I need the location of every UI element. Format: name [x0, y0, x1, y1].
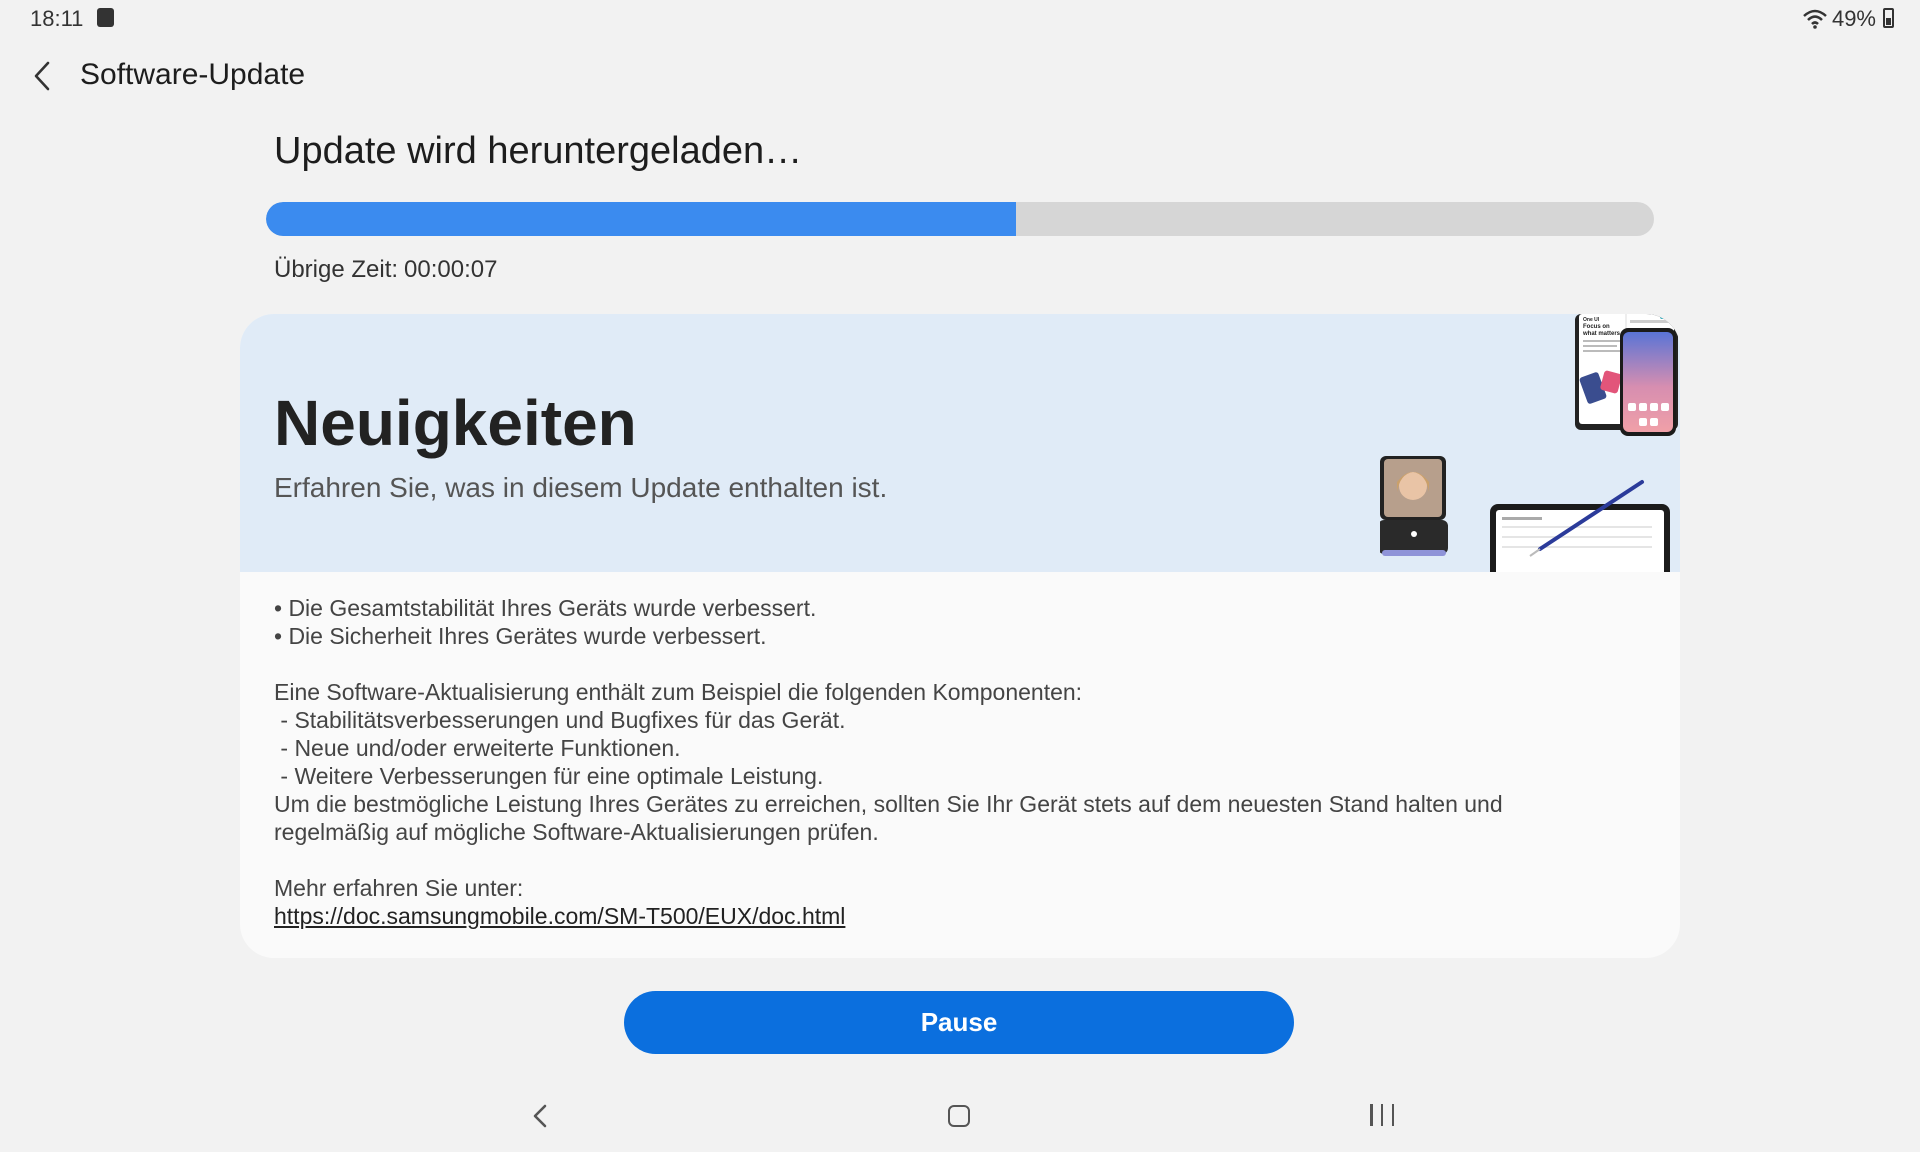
devices-illustration: One UI Focus on what matters: [1380, 314, 1678, 572]
whats-new-card: Neuigkeiten Erfahren Sie, was in diesem …: [240, 314, 1680, 958]
whats-new-subtitle: Erfahren Sie, was in diesem Update entha…: [274, 472, 888, 503]
status-time: 18:11: [30, 6, 84, 31]
remaining-time: Übrige Zeit: 00:00:07: [274, 256, 497, 284]
nav-recents-icon[interactable]: [1370, 1104, 1394, 1128]
battery-percent: 49%: [1831, 6, 1876, 31]
download-progress-bar: [266, 202, 1654, 236]
release-note-line: Mehr erfahren Sie unter:: [274, 875, 524, 901]
whats-new-banner: Neuigkeiten Erfahren Sie, was in diesem …: [240, 314, 1680, 572]
back-arrow-icon: [34, 61, 50, 91]
release-note-line: • Die Gesamtstabilität Ihres Geräts wurd…: [274, 595, 817, 621]
release-notes: • Die Gesamtstabilität Ihres Geräts wurd…: [274, 594, 1654, 930]
progress-fill: [266, 202, 1016, 236]
release-note-line: • Die Sicherheit Ihres Gerätes wurde ver…: [274, 623, 767, 649]
illustration-text: One UI: [1583, 317, 1600, 323]
more-info-link[interactable]: https://doc.samsungmobile.com/SM-T500/EU…: [274, 903, 845, 929]
release-note-line: - Stabilitätsverbesserungen und Bugfixes…: [274, 707, 846, 733]
remaining-time-label: Übrige Zeit:: [274, 256, 399, 283]
download-title: Update wird heruntergeladen…: [274, 130, 803, 172]
wifi-icon: [1803, 9, 1827, 29]
release-note-line: [274, 650, 1654, 678]
battery-icon: [1883, 8, 1894, 28]
illustration-text: Focus on: [1583, 324, 1610, 330]
navigation-bar: [0, 1088, 1920, 1144]
release-note-line: regelmäßig auf mögliche Software-Aktuali…: [274, 819, 879, 845]
nav-back-icon[interactable]: [525, 1096, 555, 1136]
status-bar: 18:11 49%: [0, 0, 1920, 36]
release-note-line: Um die bestmögliche Leistung Ihres Gerät…: [274, 791, 1503, 817]
back-button[interactable]: [22, 56, 62, 96]
remaining-time-value: 00:00:07: [404, 256, 498, 283]
release-note-line: [274, 846, 1654, 874]
release-note-line: Eine Software-Aktualisierung enthält zum…: [274, 679, 1083, 705]
status-right: 49%: [1802, 6, 1876, 32]
release-note-line: - Weitere Verbesserungen für eine optima…: [274, 763, 824, 789]
nav-home-icon[interactable]: [948, 1105, 970, 1127]
whats-new-title: Neuigkeiten: [274, 387, 637, 459]
release-note-line: - Neue und/oder erweiterte Funktionen.: [274, 735, 681, 761]
pause-button[interactable]: Pause: [624, 991, 1294, 1054]
app-bar: Software-Update: [0, 48, 1920, 104]
page-title: Software-Update: [80, 58, 306, 91]
notification-icon: [97, 8, 114, 27]
illustration-text: what matters: [1582, 331, 1621, 337]
